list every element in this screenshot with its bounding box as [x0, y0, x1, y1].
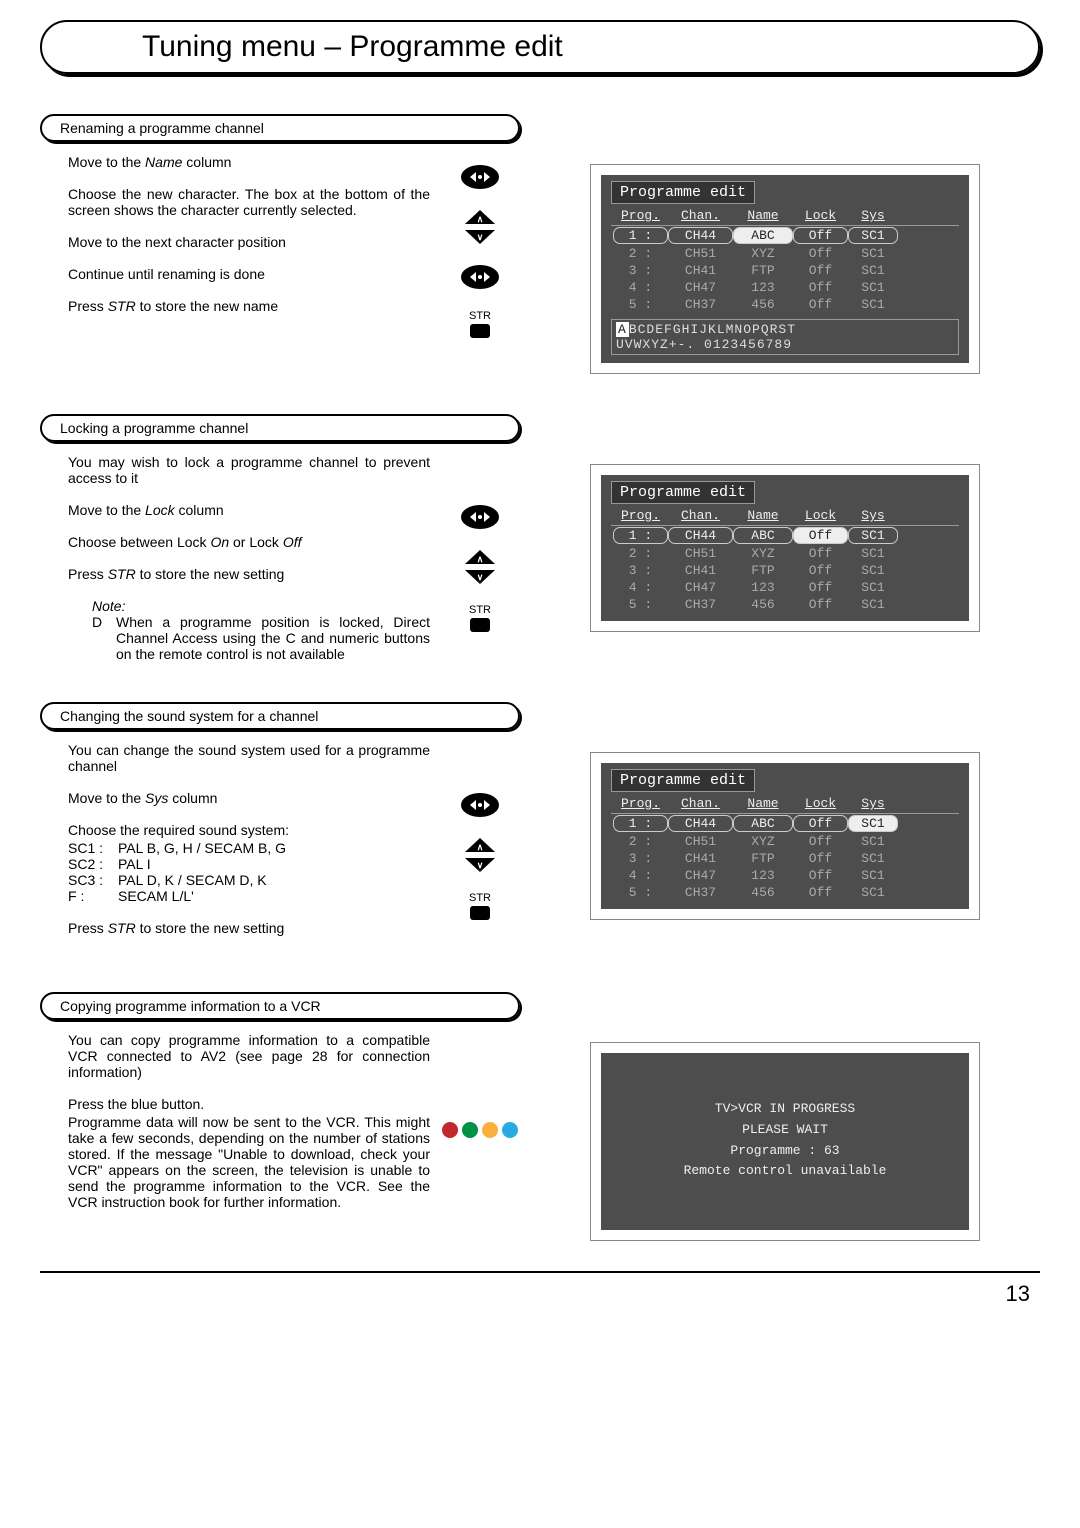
section4: You can copy programme information to a …	[40, 1032, 1040, 1241]
left-right-icon	[460, 504, 500, 530]
str-button-icon: STR	[464, 310, 496, 338]
s1-step3: Move to the next character position	[68, 234, 430, 250]
section2-header: Locking a programme channel	[40, 414, 520, 442]
osd-row: 5 :CH37456OffSC1	[611, 596, 959, 613]
page-title-frame: Tuning menu – Programme edit	[40, 20, 1040, 74]
s1-step2: Choose the new character. The box at the…	[68, 186, 430, 218]
section3-header: Changing the sound system for a channel	[40, 702, 520, 730]
osd-row: 1 :CH44ABCOffSC1	[611, 226, 959, 245]
osd-row: 2 :CH51XYZOffSC1	[611, 833, 959, 850]
osd-row: 2 :CH51XYZOffSC1	[611, 545, 959, 562]
osd-charstrip: ABCDEFGHIJKLMNOPQRSTUVWXYZ+-. 0123456789	[611, 319, 959, 355]
section4-header: Copying programme information to a VCR	[40, 992, 520, 1020]
page-title: Tuning menu – Programme edit	[82, 30, 998, 64]
osd-sys-preview: Programme edit Prog.Chan.NameLockSys 1 :…	[590, 752, 980, 920]
s2-step1: Move to the Lock column	[68, 502, 430, 518]
section2: You may wish to lock a programme channel…	[40, 454, 1040, 662]
osd-header-row: Prog.Chan.NameLockSys	[611, 208, 959, 226]
left-right-icon	[460, 164, 500, 190]
page-number: 13	[40, 1281, 1040, 1307]
osd-title: Programme edit	[611, 769, 755, 792]
osd-vcr-message: TV>VCR IN PROGRESS PLEASE WAIT Programme…	[611, 1059, 959, 1222]
osd-title: Programme edit	[611, 181, 755, 204]
colour-buttons-icon	[442, 1122, 518, 1138]
s2-step2: Choose between Lock On or Lock Off	[68, 534, 430, 550]
s4-intro: You can copy programme information to a …	[68, 1032, 430, 1080]
osd-row: 1 :CH44ABCOffSC1	[611, 814, 959, 833]
s3-step1: Move to the Sys column	[68, 790, 430, 806]
svg-text:∧: ∧	[477, 842, 484, 852]
str-button-icon: STR	[464, 892, 496, 920]
left-right-icon	[460, 264, 500, 290]
up-down-icon: ∧∨	[465, 550, 495, 584]
svg-text:∨: ∨	[477, 572, 484, 582]
svg-text:∨: ∨	[477, 232, 484, 242]
s2-step3: Press STR to store the new setting	[68, 566, 430, 582]
sound-system-list: SC1 :PAL B, G, H / SECAM B, G SC2 :PAL I…	[68, 840, 430, 904]
svg-text:∧: ∧	[477, 214, 484, 224]
section3: You can change the sound system used for…	[40, 742, 1040, 952]
left-right-icon	[460, 792, 500, 818]
osd-row: 2 :CH51XYZOffSC1	[611, 245, 959, 262]
s3-step2: Choose the required sound system:	[68, 822, 430, 838]
s3-step3: Press STR to store the new setting	[68, 920, 430, 936]
s2-intro: You may wish to lock a programme channel…	[68, 454, 430, 486]
s1-step1: Move to the Name column	[68, 154, 430, 170]
osd-rename-preview: Programme edit Prog.Chan.NameLockSys 1 :…	[590, 164, 980, 374]
section1-header: Renaming a programme channel	[40, 114, 520, 142]
osd-row: 1 :CH44ABCOffSC1	[611, 526, 959, 545]
up-down-icon: ∧∨	[465, 210, 495, 244]
s1-step4: Continue until renaming is done	[68, 266, 430, 282]
osd-lock-preview: Programme edit Prog.Chan.NameLockSys 1 :…	[590, 464, 980, 632]
osd-row: 3 :CH41FTPOffSC1	[611, 262, 959, 279]
up-down-icon: ∧∨	[465, 838, 495, 872]
osd-header-row: Prog.Chan.NameLockSys	[611, 796, 959, 814]
osd-vcr-preview: TV>VCR IN PROGRESS PLEASE WAIT Programme…	[590, 1042, 980, 1241]
page-rule	[40, 1271, 1040, 1273]
osd-title: Programme edit	[611, 481, 755, 504]
osd-header-row: Prog.Chan.NameLockSys	[611, 508, 959, 526]
osd-row: 4 :CH47123OffSC1	[611, 867, 959, 884]
osd-row: 5 :CH37456OffSC1	[611, 296, 959, 313]
s2-note: Note: DWhen a programme position is lock…	[68, 598, 430, 662]
s1-step5: Press STR to store the new name	[68, 298, 430, 314]
osd-row: 3 :CH41FTPOffSC1	[611, 850, 959, 867]
osd-row: 5 :CH37456OffSC1	[611, 884, 959, 901]
s4-step1: Press the blue button.	[68, 1096, 430, 1112]
osd-row: 4 :CH47123OffSC1	[611, 579, 959, 596]
osd-row: 4 :CH47123OffSC1	[611, 279, 959, 296]
osd-row: 3 :CH41FTPOffSC1	[611, 562, 959, 579]
section1: Move to the Name column Choose the new c…	[40, 154, 1040, 374]
s3-intro: You can change the sound system used for…	[68, 742, 430, 774]
svg-text:∨: ∨	[477, 860, 484, 870]
s4-step2: Programme data will now be sent to the V…	[68, 1114, 430, 1210]
svg-text:∧: ∧	[477, 554, 484, 564]
str-button-icon: STR	[464, 604, 496, 632]
